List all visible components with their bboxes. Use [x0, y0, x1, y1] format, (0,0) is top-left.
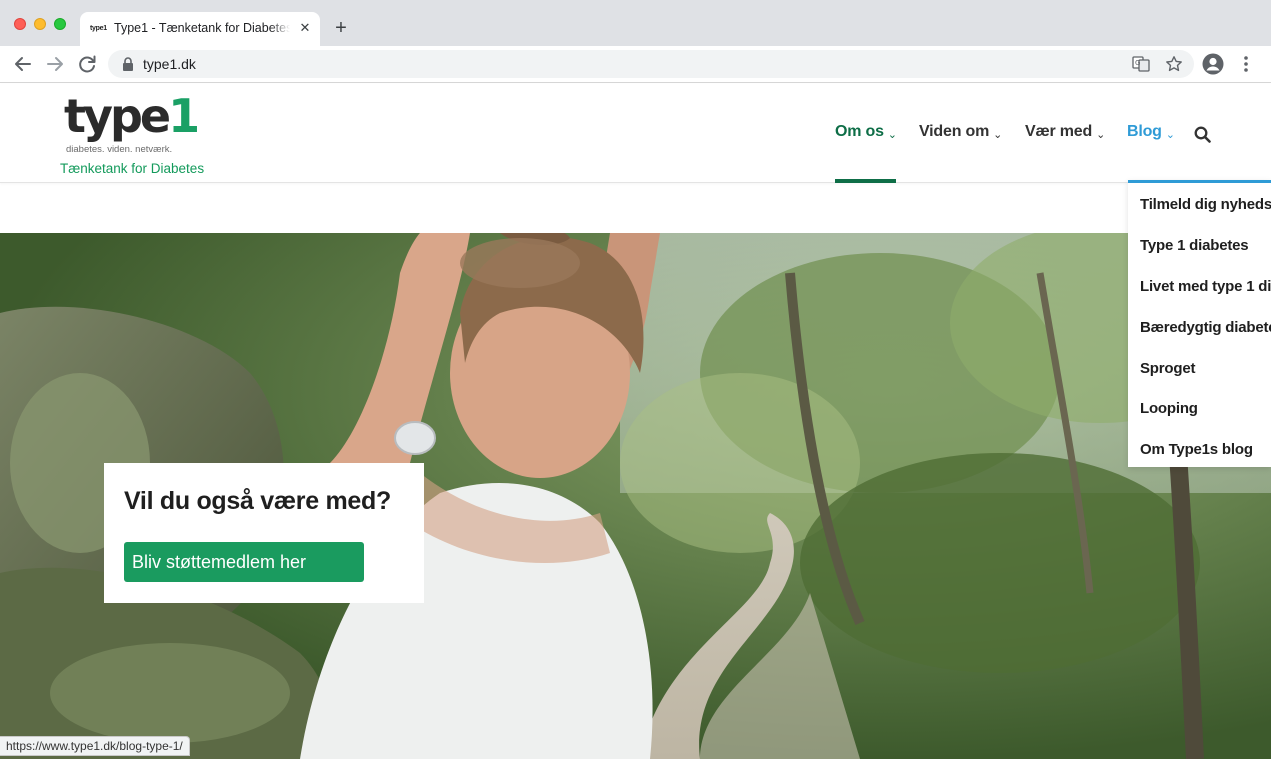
cta-title: Vil du også være med?	[124, 487, 391, 515]
browser-window: type1 Type1 - Tænketank for Diabetes ✕ +…	[0, 0, 1271, 759]
minimize-window-button[interactable]	[34, 18, 46, 30]
browser-tab-active[interactable]: type1 Type1 - Tænketank for Diabetes ✕	[80, 12, 320, 46]
blog-dropdown-menu: Tilmeld dig nyhedsbrev Type 1 diabetes L…	[1128, 180, 1271, 467]
chevron-down-icon: ⌄	[1165, 129, 1175, 141]
become-member-button[interactable]: Bliv støttemedlem her	[124, 542, 364, 582]
svg-text:G: G	[1135, 59, 1140, 67]
tab-strip: type1 Type1 - Tænketank for Diabetes ✕ +	[0, 0, 1271, 46]
zoom-window-button[interactable]	[54, 18, 66, 30]
dropdown-item-sproget[interactable]: Sproget	[1140, 360, 1195, 377]
status-bar-url: https://www.type1.dk/blog-type-1/	[0, 736, 190, 756]
dropdown-item-om-blog[interactable]: Om Type1s blog	[1140, 441, 1253, 458]
site-logo[interactable]: type1 diabetes. viden. netværk.	[64, 90, 214, 160]
browser-toolbar: type1.dk G	[0, 46, 1271, 83]
nav-item-vaer-med[interactable]: Vær med ⌄	[1025, 123, 1105, 141]
search-icon[interactable]	[1194, 126, 1211, 143]
dropdown-item-livet-med-type1[interactable]: Livet med type 1 diabetes	[1140, 278, 1271, 295]
tab-title: Type1 - Tænketank for Diabetes	[114, 21, 290, 35]
nav-item-blog[interactable]: Blog ⌄	[1127, 123, 1175, 141]
chevron-down-icon: ⌄	[887, 129, 897, 141]
translate-icon[interactable]: G	[1132, 55, 1150, 73]
close-tab-icon[interactable]: ✕	[296, 19, 314, 37]
dropdown-item-baeredygtig[interactable]: Bæredygtig diabetes	[1140, 319, 1271, 336]
site-tagline: Tænketank for Diabetes	[60, 161, 205, 176]
favicon-icon: type1	[90, 25, 107, 32]
nav-active-indicator	[835, 179, 896, 183]
browser-menu-icon[interactable]	[1236, 53, 1256, 75]
logo-subline: diabetes. viden. netværk.	[66, 144, 173, 155]
nav-item-om-os[interactable]: Om os ⌄	[835, 123, 897, 141]
dropdown-item-type1-diabetes[interactable]: Type 1 diabetes	[1140, 237, 1249, 254]
close-window-button[interactable]	[14, 18, 26, 30]
chevron-down-icon: ⌄	[1096, 129, 1106, 141]
logo-wordmark: type1	[64, 89, 200, 143]
url-text: type1.dk	[143, 56, 196, 72]
forward-arrow-icon[interactable]	[43, 52, 67, 76]
lock-icon	[123, 57, 133, 71]
back-arrow-icon[interactable]	[11, 52, 35, 76]
cta-card: Vil du også være med? Bliv støttemedlem …	[104, 463, 424, 603]
bookmark-star-icon[interactable]	[1165, 55, 1183, 73]
dropdown-item-looping[interactable]: Looping	[1140, 400, 1198, 417]
site-header: type1 diabetes. viden. netværk. Tænketan…	[0, 84, 1271, 183]
profile-avatar-icon[interactable]	[1202, 53, 1224, 75]
nav-item-viden-om[interactable]: Viden om ⌄	[919, 123, 1002, 141]
reload-icon[interactable]	[75, 52, 99, 76]
dropdown-item-nyhedsbrev[interactable]: Tilmeld dig nyhedsbrev	[1140, 196, 1271, 213]
new-tab-button[interactable]: +	[331, 18, 351, 38]
chevron-down-icon: ⌄	[993, 129, 1003, 141]
address-bar[interactable]: type1.dk G	[108, 50, 1194, 78]
